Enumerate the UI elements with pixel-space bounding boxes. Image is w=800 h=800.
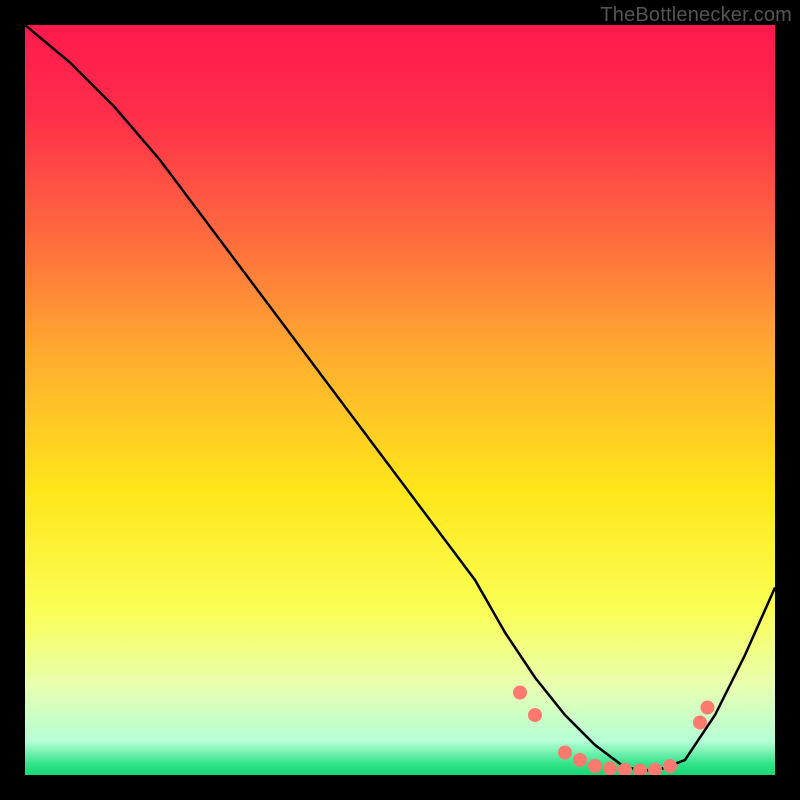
marker-point [573, 753, 587, 767]
marker-point [513, 686, 527, 700]
marker-point [663, 759, 677, 773]
chart-frame [25, 25, 775, 775]
marker-point [558, 746, 572, 760]
marker-point [693, 716, 707, 730]
attribution-text: TheBottlenecker.com [600, 4, 792, 27]
marker-point [603, 761, 617, 775]
marker-point [588, 759, 602, 773]
marker-point [701, 701, 715, 715]
marker-point [528, 708, 542, 722]
bottleneck-chart [25, 25, 775, 775]
chart-background [25, 25, 775, 775]
